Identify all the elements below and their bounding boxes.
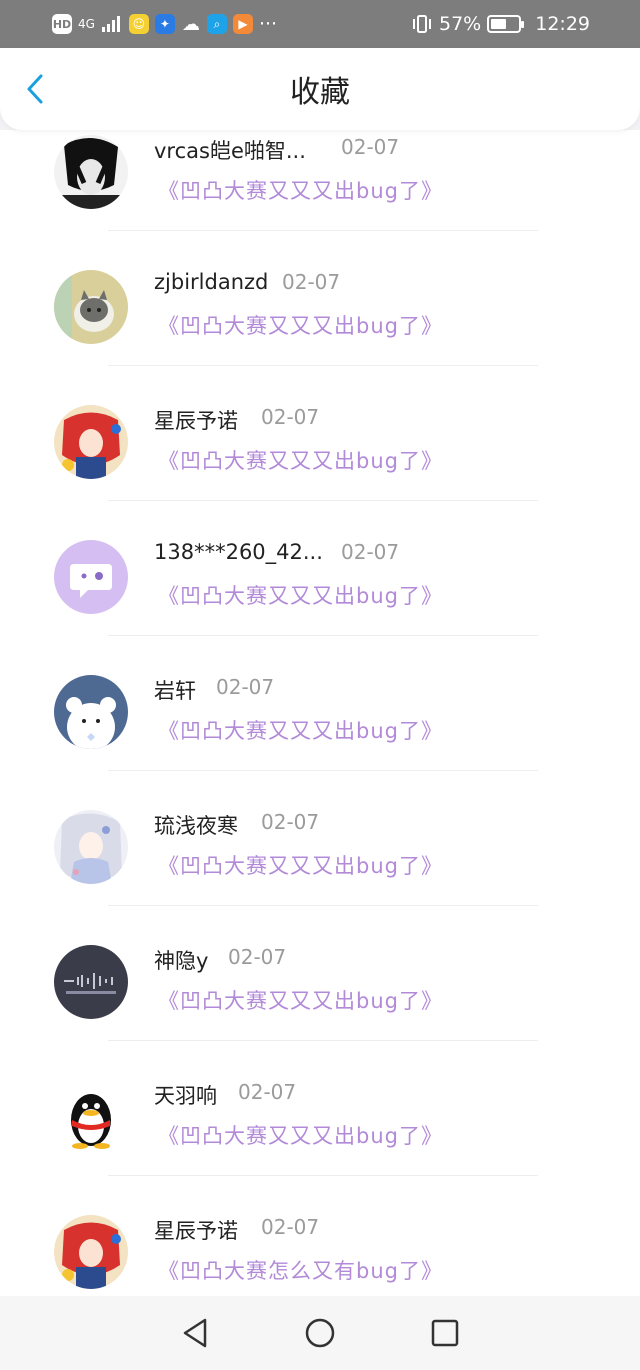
- list-item[interactable]: 神隐y 02-07 《凹凸大赛又又又出bug了》: [0, 919, 640, 1054]
- post-reference[interactable]: 《凹凸大赛又又又出bug了》: [158, 310, 443, 340]
- username[interactable]: 神隐y: [154, 945, 208, 975]
- app-notify-icon: ☺: [128, 14, 149, 34]
- username[interactable]: 138***260_42...: [154, 540, 323, 564]
- date: 02-07: [216, 675, 275, 699]
- signal-icon: [101, 16, 120, 32]
- list-item[interactable]: 138***260_42... 02-07 《凹凸大赛又又又出bug了》: [0, 514, 640, 649]
- list-item[interactable]: 天羽响 02-07 《凹凸大赛又又又出bug了》: [0, 1054, 640, 1189]
- username[interactable]: zjbirldanzd: [154, 270, 268, 294]
- date: 02-07: [261, 1215, 320, 1239]
- post-reference[interactable]: 《凹凸大赛又又又出bug了》: [158, 1120, 443, 1150]
- favorites-list: vrcas皑e啪智... 02-07 《凹凸大赛又又又出bug了》 zjbirl…: [0, 130, 640, 1296]
- date: 02-07: [282, 270, 341, 294]
- user-avatar[interactable]: [54, 1080, 128, 1154]
- username[interactable]: 岩轩: [154, 675, 196, 705]
- date: 02-07: [261, 810, 320, 834]
- network-type: 4G: [78, 17, 95, 31]
- user-avatar[interactable]: [54, 1215, 128, 1289]
- clock: 12:29: [535, 13, 590, 35]
- divider: [108, 365, 538, 366]
- divider: [108, 635, 538, 636]
- post-reference[interactable]: 《凹凸大赛又又又出bug了》: [158, 715, 443, 745]
- triangle-back-icon: [183, 1318, 206, 1348]
- system-nav-bar: [0, 1296, 640, 1370]
- status-bar: HD 4G ☺ ✦ ☁ ⌕ ▶ ··· 57% 12:29: [0, 0, 640, 48]
- bulb-app-icon: ✦: [154, 14, 175, 34]
- nav-home-button[interactable]: [300, 1313, 340, 1353]
- user-avatar[interactable]: [54, 945, 128, 1019]
- circle-home-icon: [305, 1318, 335, 1348]
- page-title: 收藏: [290, 75, 350, 110]
- user-avatar[interactable]: [54, 810, 128, 884]
- username[interactable]: 琉浅夜寒: [154, 810, 238, 840]
- list-item[interactable]: zjbirldanzd 02-07 《凹凸大赛又又又出bug了》: [0, 244, 640, 379]
- post-reference[interactable]: 《凹凸大赛又又又出bug了》: [158, 175, 443, 205]
- divider: [108, 500, 538, 501]
- divider: [108, 1175, 538, 1176]
- user-avatar[interactable]: [54, 405, 128, 479]
- divider: [108, 770, 538, 771]
- username[interactable]: 星辰予诺: [154, 405, 238, 435]
- date: 02-07: [341, 135, 400, 159]
- battery-percent: 57%: [439, 13, 482, 35]
- list-item[interactable]: 星辰予诺 02-07 《凹凸大赛又又又出bug了》: [0, 379, 640, 514]
- post-reference[interactable]: 《凹凸大赛又又又出bug了》: [158, 985, 443, 1015]
- status-left: HD 4G ☺ ✦ ☁ ⌕ ▶ ···: [52, 13, 277, 35]
- list-item[interactable]: 琉浅夜寒 02-07 《凹凸大赛又又又出bug了》: [0, 784, 640, 919]
- username[interactable]: vrcas皑e啪智...: [154, 135, 306, 165]
- vibrate-icon: [413, 15, 431, 33]
- user-avatar[interactable]: [54, 270, 128, 344]
- user-avatar[interactable]: [54, 675, 128, 749]
- post-reference[interactable]: 《凹凸大赛怎么又有bug了》: [158, 1255, 443, 1285]
- nav-recents-button[interactable]: [425, 1313, 465, 1353]
- post-reference[interactable]: 《凹凸大赛又又又出bug了》: [158, 445, 443, 475]
- status-right: 57% 12:29: [411, 13, 590, 35]
- user-avatar[interactable]: [54, 135, 128, 209]
- username[interactable]: 星辰予诺: [154, 1215, 238, 1245]
- square-recents-icon: [432, 1319, 459, 1347]
- date: 02-07: [261, 405, 320, 429]
- divider: [108, 905, 538, 906]
- divider: [108, 230, 538, 231]
- date: 02-07: [238, 1080, 297, 1104]
- post-reference[interactable]: 《凹凸大赛又又又出bug了》: [158, 850, 443, 880]
- user-avatar[interactable]: [54, 540, 128, 614]
- more-notifications: ···: [258, 13, 278, 35]
- search-app-icon: ⌕: [206, 14, 227, 34]
- nav-back-button[interactable]: [175, 1313, 215, 1353]
- post-reference[interactable]: 《凹凸大赛又又又出bug了》: [158, 580, 443, 610]
- list-item[interactable]: 星辰予诺 02-07 《凹凸大赛怎么又有bug了》: [0, 1189, 640, 1296]
- divider: [108, 1040, 538, 1041]
- list-item[interactable]: 岩轩 02-07 《凹凸大赛又又又出bug了》: [0, 649, 640, 784]
- cloud-icon: ☁: [181, 13, 200, 35]
- play-app-icon: ▶: [232, 14, 253, 34]
- list-item[interactable]: vrcas皑e啪智... 02-07 《凹凸大赛又又又出bug了》: [0, 130, 640, 244]
- username[interactable]: 天羽响: [154, 1080, 217, 1110]
- date: 02-07: [228, 945, 287, 969]
- battery-icon: [487, 15, 525, 33]
- date: 02-07: [341, 540, 400, 564]
- hd-icon: HD: [52, 14, 72, 34]
- header-bar: 收藏: [0, 48, 640, 130]
